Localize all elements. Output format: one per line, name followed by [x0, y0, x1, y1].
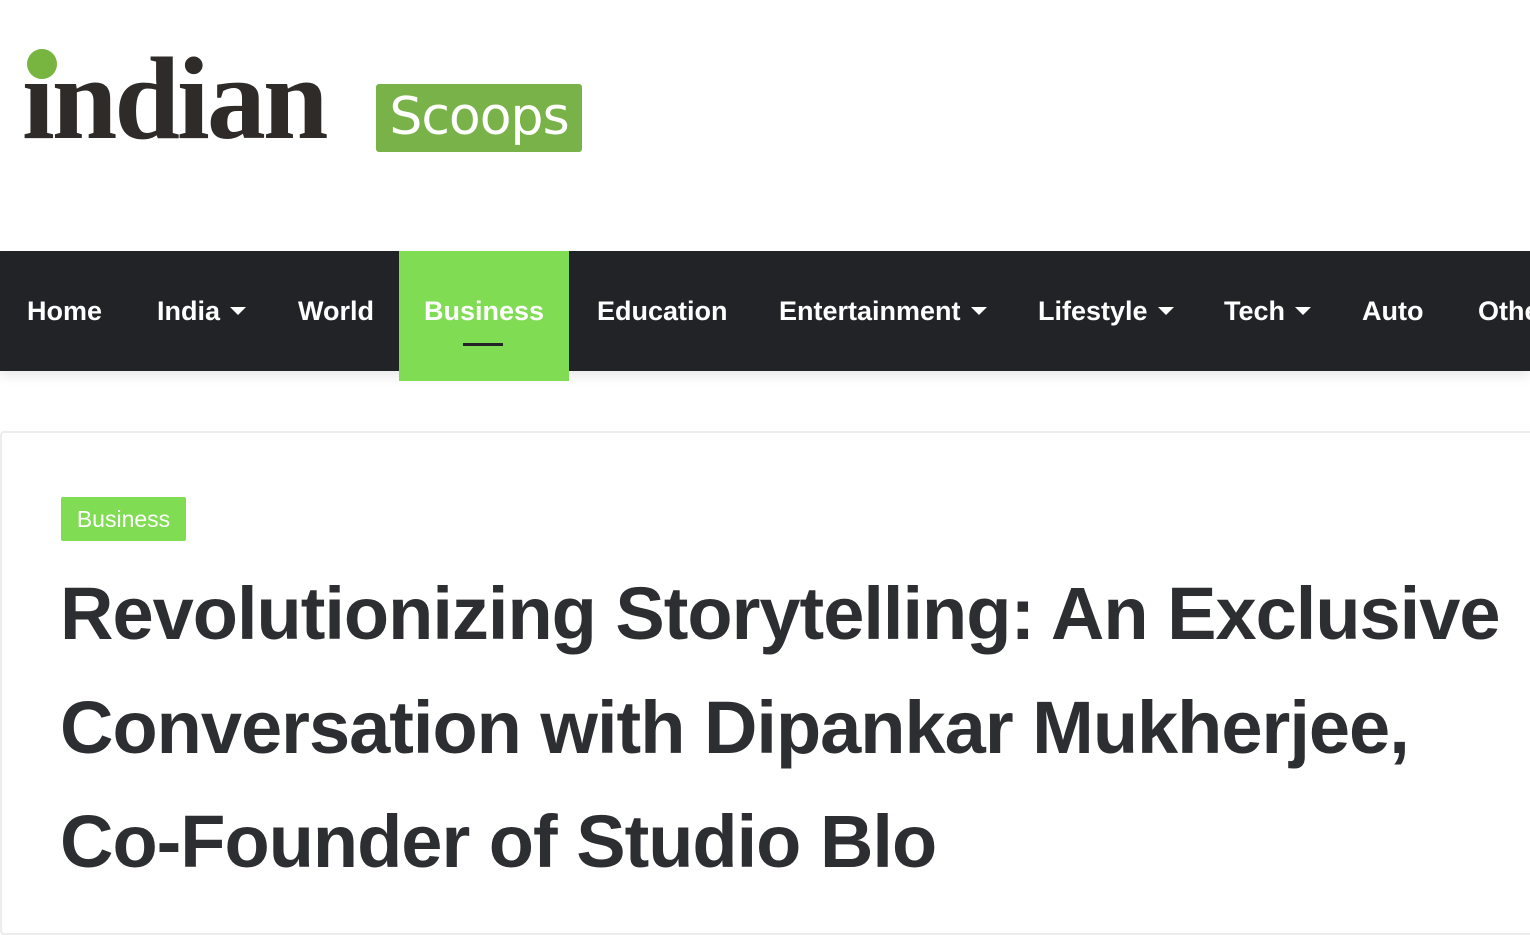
nav-item-entertainment[interactable]: Entertainment — [779, 251, 987, 371]
nav-item-world[interactable]: World — [298, 251, 374, 371]
nav-item-label: Othe — [1478, 296, 1530, 326]
nav-item-tech[interactable]: Tech — [1224, 251, 1312, 371]
nav-item-label: Auto — [1362, 296, 1424, 326]
article-title: Revolutionizing Storytelling: An Exclusi… — [60, 572, 1501, 883]
nav-item-label: Lifestyle — [1038, 296, 1148, 326]
nav-item-label: Tech — [1224, 296, 1286, 326]
nav-item-india[interactable]: India — [157, 251, 247, 371]
nav-item-business[interactable]: Business — [399, 251, 569, 381]
nav-item-home[interactable]: Home — [27, 251, 102, 371]
nav-item-label: Education — [597, 296, 728, 326]
category-badge[interactable]: Business — [61, 497, 186, 541]
nav-item-label: Home — [27, 296, 103, 326]
nav-item-label: Entertainment — [779, 296, 961, 326]
logo-dot-icon — [27, 49, 57, 79]
nav-item-others[interactable]: Othe — [1478, 251, 1530, 371]
site-logo[interactable]: indian Scoops — [22, 40, 592, 160]
nav-item-label: World — [298, 296, 374, 326]
chevron-down-icon — [1295, 306, 1312, 315]
chevron-down-icon — [230, 306, 247, 315]
site-header: indian Scoops — [0, 0, 1530, 251]
logo-badge: Scoops — [376, 84, 582, 152]
nav-item-auto[interactable]: Auto — [1362, 251, 1423, 371]
nav-item-label: Business — [423, 296, 545, 326]
active-indicator — [463, 343, 503, 346]
nav-item-lifestyle[interactable]: Lifestyle — [1038, 251, 1174, 371]
logo-wordmark: indian — [22, 33, 328, 164]
main-navigation: Home India World Business Education Ente… — [0, 251, 1530, 381]
chevron-down-icon — [1157, 306, 1174, 315]
nav-item-education[interactable]: Education — [597, 251, 728, 371]
nav-item-label: India — [157, 296, 221, 326]
chevron-down-icon — [970, 306, 987, 315]
